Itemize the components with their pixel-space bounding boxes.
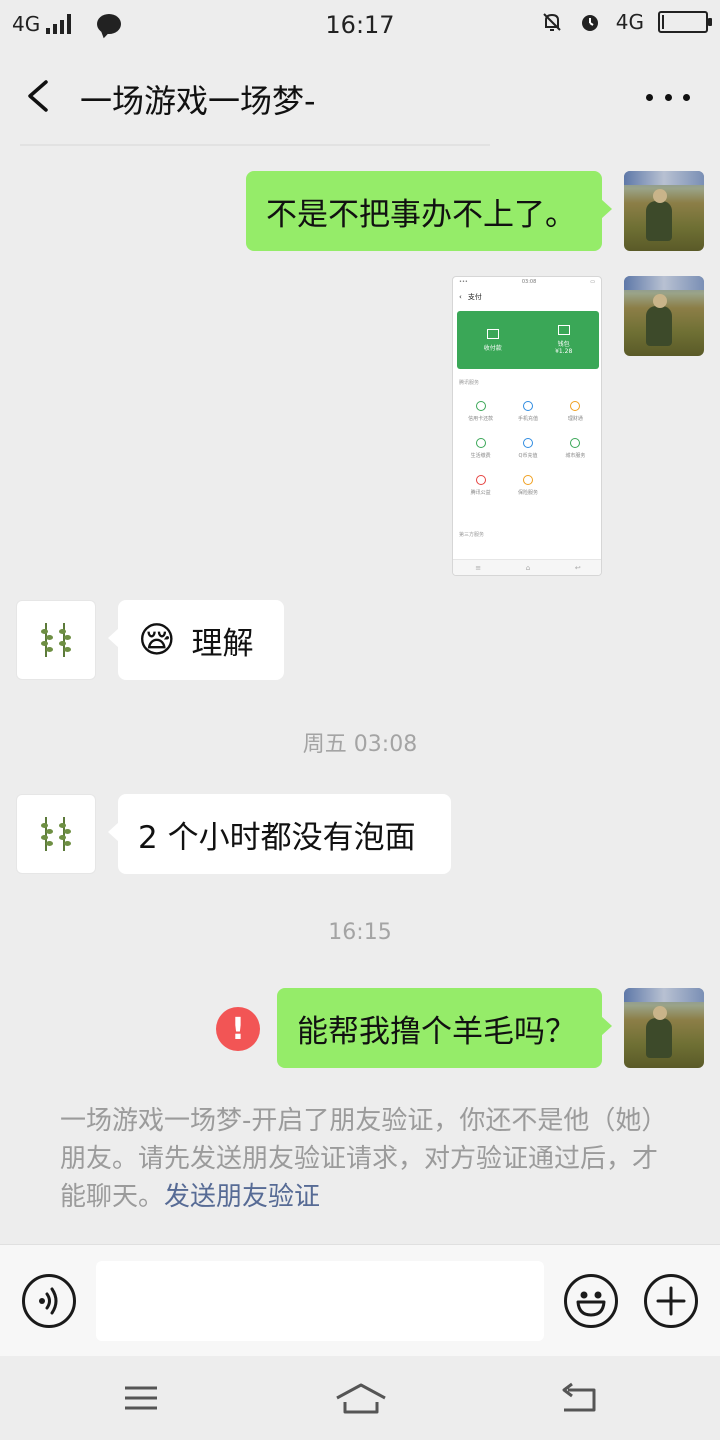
message-text: 理解 — [191, 625, 254, 662]
alarm-icon — [581, 15, 598, 31]
home-icon — [336, 1383, 386, 1414]
more-dots-icon — [646, 93, 653, 101]
back-nav-button[interactable] — [556, 1380, 606, 1416]
message-text: 2 个小时都没有泡面 — [138, 819, 416, 856]
image-green-panel: 收付款 钱包 ¥1.28 — [457, 311, 599, 369]
image-title: 支付 — [467, 293, 482, 301]
message-text: 不是不把事办不上了。 — [266, 196, 576, 233]
contact-message-bubble[interactable]: 😪 理解 — [108, 600, 284, 680]
battery-icon — [658, 11, 712, 33]
sleepy-emoji-icon: 😪 — [138, 619, 176, 661]
voice-icon — [39, 1287, 58, 1315]
send-verification-link[interactable]: 发送朋友验证 — [164, 1182, 320, 1212]
chat-title: 一场游戏一场梦- — [80, 82, 316, 120]
menu-icon — [125, 1386, 157, 1410]
emoji-button[interactable] — [564, 1274, 618, 1328]
my-avatar[interactable] — [624, 171, 704, 251]
message-timestamp: 周五 03:08 — [302, 732, 418, 757]
message-text: 能帮我撸个羊毛吗？ — [297, 1013, 576, 1050]
emoji-smile-icon — [576, 1291, 606, 1317]
contact-avatar[interactable] — [16, 600, 96, 680]
input-bar — [0, 1244, 720, 1356]
voice-button[interactable] — [22, 1274, 76, 1328]
contact-message-bubble[interactable]: 2 个小时都没有泡面 — [108, 794, 451, 874]
home-nav-button[interactable] — [334, 1380, 388, 1416]
plus-button[interactable] — [644, 1274, 698, 1328]
plus-icon — [656, 1286, 686, 1316]
image-service-grid: 信用卡还款 手机充值 理财通 生活缴费 Q币充值 城市服务 腾讯公益 保险服务 — [457, 401, 599, 496]
divider — [20, 144, 490, 146]
my-message-bubble[interactable]: 能帮我撸个羊毛吗？ — [277, 988, 612, 1068]
my-message-bubble[interactable]: 不是不把事办不上了。 — [246, 171, 612, 251]
more-button[interactable] — [646, 80, 690, 114]
battery-level — [662, 15, 664, 29]
my-avatar[interactable] — [624, 988, 704, 1068]
return-icon — [562, 1382, 596, 1412]
image-nav-bar: ≡ ⌂ ↩ — [453, 559, 601, 575]
message-timestamp: 16:15 — [328, 920, 392, 945]
status-right: 4G — [540, 10, 712, 34]
contact-avatar[interactable] — [16, 794, 96, 874]
message-input[interactable] — [96, 1261, 544, 1341]
notice-text: 一场游戏一场梦-开启了朋友验证，你还不是他（她）朋友。请先发送朋友验证请求，对方… — [60, 1106, 668, 1212]
friend-verification-notice: 一场游戏一场梦-开启了朋友验证，你还不是他（她）朋友。请先发送朋友验证请求，对方… — [60, 1102, 670, 1216]
status-bar: 4G 16:17 4G — [0, 0, 720, 50]
my-avatar[interactable] — [624, 276, 704, 356]
error-icon[interactable]: ! — [216, 1007, 260, 1051]
image-status-time: 03:08 — [521, 279, 537, 285]
image-message[interactable]: ••• 03:08 ▭ ‹ 支付 收付款 钱包 ¥1.28 腾讯服务 信用卡还款 手机充… — [452, 276, 602, 576]
chat-header: 一场游戏一场梦- — [0, 50, 720, 142]
back-arrow-icon — [28, 80, 48, 112]
back-button[interactable] — [18, 72, 62, 120]
network-type-right: 4G — [615, 10, 644, 34]
mute-bell-icon — [543, 13, 561, 31]
system-nav-bar — [0, 1356, 720, 1440]
menu-nav-button[interactable] — [116, 1380, 166, 1416]
